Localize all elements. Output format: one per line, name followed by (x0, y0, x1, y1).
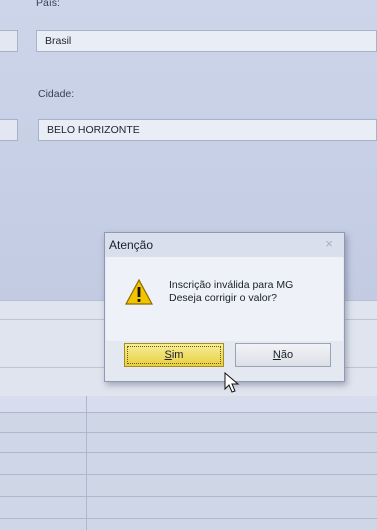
left-field-stub-2[interactable] (0, 119, 18, 141)
city-label: Cidade: (38, 88, 75, 100)
no-button-label: ão (280, 349, 294, 361)
close-icon[interactable]: × (322, 237, 336, 251)
city-field[interactable]: BELO HORIZONTE (38, 119, 377, 141)
data-grid (0, 396, 377, 530)
country-field[interactable]: Brasil (36, 30, 377, 52)
warning-icon (125, 279, 153, 305)
dialog-message: Inscrição inválida para MG Deseja corrig… (169, 279, 293, 305)
dialog-title: Atenção (105, 233, 344, 257)
yes-button[interactable]: Sim (124, 343, 224, 367)
yes-button-label: im (171, 349, 184, 361)
left-field-stub[interactable] (0, 30, 18, 52)
mouse-cursor-icon (224, 372, 240, 393)
country-label: País: (36, 0, 60, 9)
grid-header (0, 396, 377, 412)
confirm-dialog: Atenção × Inscrição inválida para MG Des… (104, 232, 345, 382)
message-line-2: Deseja corrigir o valor? (169, 292, 277, 304)
no-button-accelerator: N (272, 349, 281, 361)
yes-button-accelerator: S (164, 349, 172, 361)
no-button[interactable]: Não (235, 343, 331, 367)
message-line-1: Inscrição inválida para MG (169, 279, 294, 291)
